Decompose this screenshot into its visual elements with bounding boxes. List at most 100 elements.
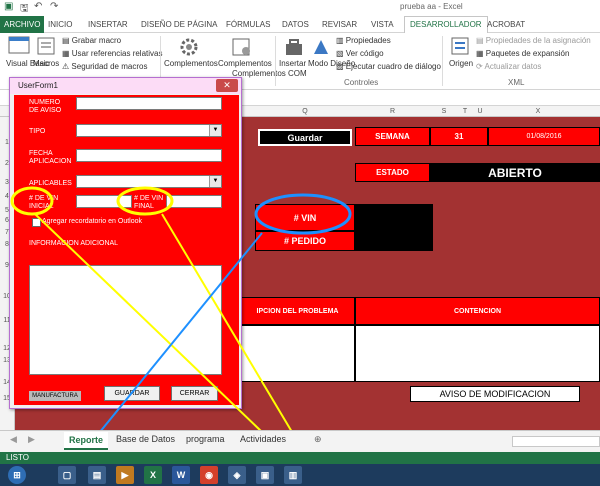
expansion-packs-label: Paquetes de expansión — [485, 49, 570, 58]
add-sheet-icon[interactable]: ⊕ — [314, 434, 322, 445]
sheet-tab-base-datos[interactable]: Base de Datos — [116, 434, 175, 444]
view-code-button[interactable]: ▧ Ver código — [336, 49, 384, 58]
chrome-icon[interactable]: ◉ — [200, 466, 218, 484]
col-q[interactable]: Q — [255, 106, 355, 117]
tab-diseno[interactable]: DISEÑO DE PÁGINA — [141, 17, 217, 32]
tab-acrobat[interactable]: ACROBAT — [487, 17, 525, 32]
excel-taskbar-icon[interactable]: X — [144, 466, 162, 484]
insert-button[interactable]: Insertar — [279, 59, 306, 68]
col-r[interactable]: R — [355, 106, 430, 117]
taskbar: ⊞ ▢ ▤ ▶ X W ◉ ◈ ▣ ▥ — [0, 464, 600, 486]
tab-inicio[interactable]: INICIO — [48, 17, 72, 32]
tab-insertar[interactable]: INSERTAR — [88, 17, 128, 32]
explorer-icon[interactable]: ▢ — [58, 466, 76, 484]
status-bar: LISTO — [0, 452, 600, 464]
xml-source-icon — [451, 37, 469, 55]
window-icon[interactable]: ▣ — [256, 466, 274, 484]
week-number-cell[interactable]: 31 — [430, 127, 488, 146]
semana-label-cell: SEMANA — [355, 127, 430, 146]
toolbox-icon — [286, 39, 302, 55]
contencion-cell[interactable] — [355, 325, 600, 382]
vin-value-cell[interactable] — [355, 204, 433, 251]
cerrar-button[interactable]: CERRAR — [171, 386, 218, 401]
refresh-data-button[interactable]: ⟳ Actualizar datos — [476, 62, 541, 71]
macros-button[interactable]: Macros — [33, 59, 59, 68]
gear-icon — [180, 38, 198, 56]
tab-vista[interactable]: VISTA — [371, 17, 394, 32]
col-t[interactable]: T — [458, 106, 472, 117]
relative-refs-button[interactable]: ▦ Usar referencias relativas — [62, 49, 162, 58]
tab-formulas[interactable]: FÓRMULAS — [226, 17, 270, 32]
outlook-label: Agregar recordatorio en Outlook — [42, 218, 142, 225]
userform-dialog: UserForm1 ✕ NUMERO DE AVISO TIPO ▼ FECHA… — [9, 77, 242, 409]
manufactura-label: MANUFACTURA — [29, 391, 81, 401]
tab-revisar[interactable]: REVISAR — [322, 17, 357, 32]
record-macro-button[interactable]: ▤ Grabar macro — [62, 36, 121, 45]
guardar-cell-button[interactable]: Guardar — [258, 129, 352, 146]
controls-group-label: Controles — [344, 78, 379, 87]
guardar-button[interactable]: GUARDAR — [104, 386, 160, 401]
start-icon[interactable]: ⊞ — [8, 466, 26, 484]
info-adicional-textarea[interactable] — [29, 265, 222, 375]
aplicables-label: APLICABLES — [29, 180, 72, 187]
macro-security-label: Seguridad de macros — [71, 62, 148, 71]
media-icon[interactable]: ▶ — [116, 466, 134, 484]
horizontal-scrollbar[interactable] — [512, 436, 600, 447]
date-cell[interactable]: 01/08/2016 — [488, 127, 600, 146]
aviso-modificacion-cell[interactable]: AVISO DE MODIFICACION — [410, 386, 580, 402]
problem-description-cell[interactable] — [240, 325, 355, 382]
expansion-packs-button[interactable]: ▦ Paquetes de expansión — [476, 49, 569, 58]
macro-security-button[interactable]: ⚠ Seguridad de macros — [62, 62, 147, 71]
properties-label: Propiedades — [345, 36, 391, 45]
outlook-checkbox[interactable] — [32, 218, 41, 227]
vin-inicial-label: # DE VIN INICIAL — [29, 195, 59, 210]
sheet-tab-programa[interactable]: programa — [186, 434, 225, 444]
run-dialog-button[interactable]: ▨ Ejecutar cuadro de diálogo — [336, 62, 441, 71]
refresh-data-label: Actualizar datos — [484, 62, 542, 71]
fecha-aplicacion-label: FECHA APLICACION — [29, 150, 72, 165]
map-properties-button[interactable]: ▤ Propiedades de la asignación — [476, 36, 591, 45]
properties-button[interactable]: ▥ Propiedades — [336, 36, 391, 45]
visual-basic-icon — [8, 36, 30, 54]
vin-final-input[interactable] — [166, 195, 222, 208]
app-icon[interactable]: ◈ — [228, 466, 246, 484]
xml-source-button[interactable]: Origen — [449, 59, 473, 68]
ribbon-separator — [275, 36, 276, 86]
aplicables-combobox[interactable]: ▼ — [76, 175, 222, 188]
tab-archivo[interactable]: ARCHIVO — [0, 16, 45, 33]
addins-button[interactable]: Complementos — [164, 59, 218, 68]
macros-icon — [37, 37, 55, 55]
title-bar: ▣ 🖫 ↶ ↷ prueba aa - Excel — [0, 0, 600, 15]
col-x[interactable]: X — [488, 106, 588, 117]
ribbon-tabs: ARCHIVO INICIO INSERTAR DISEÑO DE PÁGINA… — [0, 15, 600, 35]
scroll-right-icon[interactable]: ▶ — [28, 434, 35, 445]
record-macro-label: Grabar macro — [71, 36, 122, 45]
sheet-tab-reporte[interactable]: Reporte — [64, 432, 109, 450]
estado-value-cell[interactable]: ABIERTO — [430, 163, 600, 182]
userform-title: UserForm1 — [10, 78, 241, 94]
com-addins-button[interactable]: Complementos COM — [232, 69, 307, 78]
com-addins-label-top[interactable]: Complementos — [218, 59, 272, 68]
numero-aviso-input[interactable] — [76, 97, 222, 110]
tipo-combobox[interactable]: ▼ — [76, 124, 222, 137]
undo-icon[interactable]: ↶ — [34, 1, 42, 12]
com-addins-icon — [232, 38, 250, 56]
folder-icon[interactable]: ▤ — [88, 466, 106, 484]
redo-icon[interactable]: ↷ — [50, 1, 58, 12]
sheet-tab-actividades[interactable]: Actividades — [240, 434, 286, 444]
word-taskbar-icon[interactable]: W — [172, 466, 190, 484]
xml-group-label: XML — [508, 78, 525, 87]
chevron-down-icon[interactable]: ▼ — [209, 125, 221, 136]
tab-datos[interactable]: DATOS — [282, 17, 309, 32]
app2-icon[interactable]: ▥ — [284, 466, 302, 484]
status-text: LISTO — [6, 453, 29, 462]
problem-description-header: IPCION DEL PROBLEMA — [240, 297, 355, 325]
chevron-down-icon[interactable]: ▼ — [209, 176, 221, 187]
col-s[interactable]: S — [430, 106, 458, 117]
close-icon[interactable]: ✕ — [216, 79, 238, 92]
pedido-label-cell: # PEDIDO — [255, 231, 355, 251]
col-u[interactable]: U — [472, 106, 488, 117]
scroll-left-icon[interactable]: ◀ — [10, 434, 17, 445]
fecha-aplicacion-input[interactable] — [76, 149, 222, 162]
vin-inicial-input[interactable] — [76, 195, 132, 208]
